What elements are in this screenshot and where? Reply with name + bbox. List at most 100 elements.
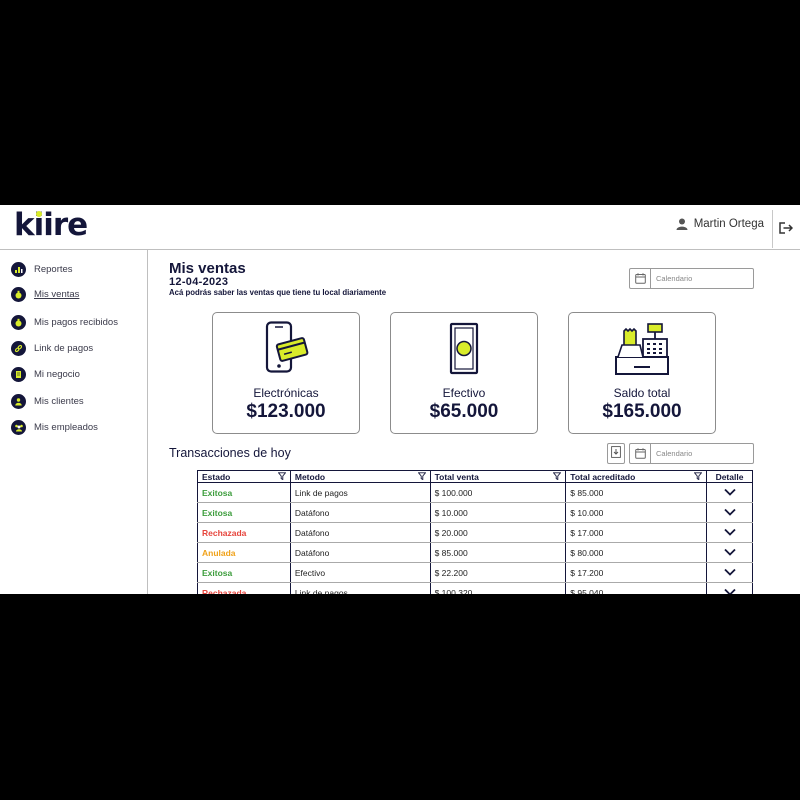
status-cell: Rechazada bbox=[197, 522, 291, 543]
team-icon bbox=[11, 420, 26, 435]
top-bar: kiire Martin Ortega bbox=[0, 205, 800, 250]
card-label: Electrónicas bbox=[253, 386, 319, 400]
page-title: Mis ventas bbox=[169, 260, 246, 277]
status-cell: Exitosa bbox=[197, 502, 291, 523]
cash-icon bbox=[391, 321, 537, 379]
total-sale-cell: $ 100.000 bbox=[429, 482, 567, 503]
main-content: Mis ventas 12-04-2023 Acá podrás saber l… bbox=[148, 250, 800, 594]
chevron-down-icon[interactable] bbox=[723, 568, 736, 578]
card-amount: $165.000 bbox=[602, 401, 682, 422]
calendar-input-transactions[interactable]: Calendario bbox=[629, 443, 754, 464]
status-cell: Exitosa bbox=[197, 482, 291, 503]
chart-icon bbox=[11, 262, 26, 277]
money-bag-icon bbox=[11, 315, 26, 330]
detail-cell bbox=[706, 502, 753, 523]
table-header-row: Estado Metodo Total venta Total acredita… bbox=[197, 470, 753, 483]
detail-cell bbox=[706, 562, 753, 583]
detail-cell bbox=[706, 482, 753, 503]
card-amount: $123.000 bbox=[246, 401, 326, 422]
transactions-title: Transacciones de hoy bbox=[169, 446, 291, 460]
calendar-input-top[interactable]: Calendario bbox=[629, 268, 754, 289]
table-row: Exitosa Efectivo $ 22.200 $ 17.200 bbox=[197, 562, 753, 583]
table-row: Anulada Datáfono $ 85.000 $ 80.000 bbox=[197, 542, 753, 563]
method-cell: Datáfono bbox=[289, 522, 431, 543]
total-sale-cell: $ 10.000 bbox=[429, 502, 567, 523]
column-header-total-acreditado[interactable]: Total acreditado bbox=[565, 470, 707, 483]
calendar-icon bbox=[630, 444, 651, 463]
method-cell: Datáfono bbox=[289, 502, 431, 523]
sidebar-item-mis-ventas[interactable]: Mis ventas bbox=[11, 287, 79, 302]
column-header-total-venta[interactable]: Total venta bbox=[429, 470, 567, 483]
total-credited-cell: $ 80.000 bbox=[565, 542, 707, 563]
total-credited-cell: $ 17.000 bbox=[565, 522, 707, 543]
filter-icon[interactable] bbox=[693, 472, 703, 482]
status-cell: Rechazada bbox=[197, 582, 291, 594]
user-icon bbox=[676, 218, 688, 230]
filter-icon[interactable] bbox=[417, 472, 427, 482]
document-icon bbox=[11, 367, 26, 382]
sidebar-item-mis-clientes[interactable]: Mis clientes bbox=[11, 394, 84, 409]
card-label: Efectivo bbox=[442, 386, 486, 400]
page-date: 12-04-2023 bbox=[169, 276, 229, 288]
method-cell: Efectivo bbox=[289, 562, 431, 583]
chevron-down-icon[interactable] bbox=[723, 588, 736, 594]
table-row: Exitosa Datáfono $ 10.000 $ 10.000 bbox=[197, 502, 753, 523]
chevron-down-icon[interactable] bbox=[723, 528, 736, 538]
column-header-estado[interactable]: Estado bbox=[197, 470, 291, 483]
total-sale-cell: $ 22.200 bbox=[429, 562, 567, 583]
phone-card-icon bbox=[213, 321, 359, 379]
chevron-down-icon[interactable] bbox=[723, 508, 736, 518]
logout-icon[interactable] bbox=[779, 221, 794, 239]
summary-card-saldo-total: Saldo total $165.000 bbox=[568, 312, 716, 434]
cash-register-icon bbox=[569, 321, 715, 379]
filter-icon[interactable] bbox=[277, 472, 287, 482]
method-cell: Link de pagos bbox=[289, 582, 431, 594]
transactions-table: Estado Metodo Total venta Total acredita… bbox=[197, 470, 753, 594]
detail-cell bbox=[706, 522, 753, 543]
total-credited-cell: $ 95.040 bbox=[565, 582, 707, 594]
table-row: Exitosa Link de pagos $ 100.000 $ 85.000 bbox=[197, 482, 753, 503]
total-sale-cell: $ 100.320 bbox=[429, 582, 567, 594]
column-header-detalle: Detalle bbox=[706, 470, 753, 483]
total-credited-cell: $ 10.000 bbox=[565, 502, 707, 523]
summary-card-electronicas: Electrónicas $123.000 bbox=[212, 312, 360, 434]
money-bag-icon bbox=[11, 287, 26, 302]
card-label: Saldo total bbox=[613, 386, 671, 400]
page-subtitle: Acá podrás saber las ventas que tiene tu… bbox=[169, 288, 387, 297]
detail-cell bbox=[706, 542, 753, 563]
total-credited-cell: $ 85.000 bbox=[565, 482, 707, 503]
method-cell: Link de pagos bbox=[289, 482, 431, 503]
status-cell: Anulada bbox=[197, 542, 291, 563]
total-credited-cell: $ 17.200 bbox=[565, 562, 707, 583]
status-cell: Exitosa bbox=[197, 562, 291, 583]
chevron-down-icon[interactable] bbox=[723, 488, 736, 498]
total-sale-cell: $ 85.000 bbox=[429, 542, 567, 563]
column-header-metodo[interactable]: Metodo bbox=[289, 470, 431, 483]
download-icon bbox=[611, 445, 621, 463]
total-sale-cell: $ 20.000 bbox=[429, 522, 567, 543]
table-row: Rechazada Datáfono $ 20.000 $ 17.000 bbox=[197, 522, 753, 543]
sidebar-item-mi-negocio[interactable]: Mi negocio bbox=[11, 367, 80, 382]
sidebar-item-mis-empleados[interactable]: Mis empleados bbox=[11, 420, 98, 435]
filter-icon[interactable] bbox=[552, 472, 562, 482]
link-icon bbox=[11, 341, 26, 356]
sidebar-item-link-de-pagos[interactable]: Link de pagos bbox=[11, 341, 93, 356]
calendar-placeholder: Calendario bbox=[656, 449, 693, 458]
method-cell: Datáfono bbox=[289, 542, 431, 563]
app-window: kiire Martin Ortega Reportes Mis ventas … bbox=[0, 205, 800, 594]
table-row: Rechazada Link de pagos $ 100.320 $ 95.0… bbox=[197, 582, 753, 594]
sidebar: Reportes Mis ventas Mis pagos recibidos … bbox=[0, 250, 148, 594]
brand-logo[interactable]: kiire bbox=[14, 205, 88, 249]
calendar-icon bbox=[630, 269, 651, 288]
download-button[interactable] bbox=[607, 443, 625, 464]
users-icon bbox=[11, 394, 26, 409]
sidebar-item-mis-pagos-recibidos[interactable]: Mis pagos recibidos bbox=[11, 315, 118, 330]
calendar-placeholder: Calendario bbox=[656, 274, 693, 283]
sidebar-item-reportes[interactable]: Reportes bbox=[11, 262, 73, 277]
user-name: Martin Ortega bbox=[693, 218, 764, 230]
header-divider bbox=[772, 210, 773, 248]
detail-cell bbox=[706, 582, 753, 594]
user-menu[interactable]: Martin Ortega bbox=[676, 218, 764, 230]
card-amount: $65.000 bbox=[429, 401, 499, 422]
chevron-down-icon[interactable] bbox=[723, 548, 736, 558]
